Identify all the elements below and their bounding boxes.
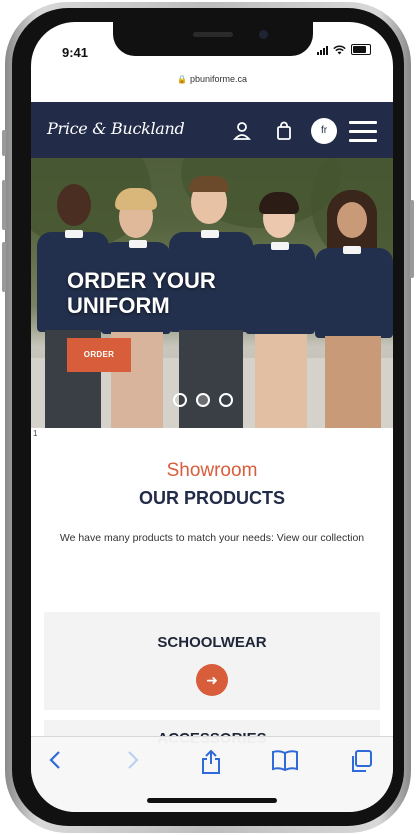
language-toggle[interactable]: fr bbox=[311, 118, 337, 144]
carousel-dots bbox=[173, 393, 233, 407]
power-button bbox=[410, 200, 414, 278]
tabs-icon[interactable] bbox=[349, 749, 373, 773]
status-time: 9:41 bbox=[62, 45, 89, 60]
bookmarks-icon[interactable] bbox=[271, 749, 299, 771]
stray-marker: 1 bbox=[33, 429, 38, 438]
carousel-dot[interactable] bbox=[219, 393, 233, 407]
section-title: OUR PRODUCTS bbox=[138, 488, 285, 508]
hero-title: ORDER YOUR UNIFORM bbox=[67, 268, 216, 318]
volume-down-button bbox=[2, 242, 6, 292]
arrow-right-icon[interactable]: ➜ bbox=[196, 664, 228, 696]
home-indicator[interactable] bbox=[147, 798, 277, 803]
share-icon[interactable] bbox=[199, 749, 223, 775]
hero-carousel: ORDER YOUR UNIFORM ORDER bbox=[31, 158, 393, 428]
status-icons bbox=[317, 44, 371, 55]
speaker bbox=[193, 32, 233, 37]
back-icon[interactable] bbox=[45, 749, 67, 771]
account-icon[interactable] bbox=[231, 120, 253, 142]
address-bar[interactable]: 🔒 pbuniforme.ca bbox=[31, 74, 393, 98]
signal-icon bbox=[317, 45, 328, 55]
cart-icon[interactable] bbox=[273, 120, 295, 142]
notch bbox=[113, 22, 313, 56]
site-logo[interactable]: Price & Buckland bbox=[47, 119, 185, 138]
phone-screen: 9:41 🔒pbuniforme.ca Price & Buckland fr bbox=[31, 22, 393, 812]
carousel-dot[interactable] bbox=[173, 393, 187, 407]
url-text: pbuniforme.ca bbox=[189, 74, 247, 84]
menu-icon[interactable] bbox=[349, 121, 377, 148]
mute-switch bbox=[2, 130, 6, 156]
order-button[interactable]: ORDER bbox=[67, 338, 131, 372]
forward-icon[interactable] bbox=[121, 749, 143, 771]
lock-icon: 🔒 bbox=[176, 75, 187, 84]
product-card-title: SCHOOLWEAR bbox=[157, 634, 267, 651]
volume-up-button bbox=[2, 180, 6, 230]
hero-title-line2: UNIFORM bbox=[67, 293, 170, 318]
hero-title-line1: ORDER YOUR bbox=[67, 268, 216, 293]
section-description: We have many products to match your need… bbox=[59, 532, 365, 544]
wifi-icon bbox=[333, 44, 346, 54]
site-header: Price & Buckland fr bbox=[31, 102, 393, 158]
product-card-schoolwear[interactable]: SCHOOLWEAR ➜ bbox=[44, 612, 380, 710]
battery-icon bbox=[351, 44, 371, 55]
section-subtitle: Showroom bbox=[166, 460, 258, 481]
front-camera bbox=[259, 30, 268, 39]
carousel-dot[interactable] bbox=[196, 393, 210, 407]
